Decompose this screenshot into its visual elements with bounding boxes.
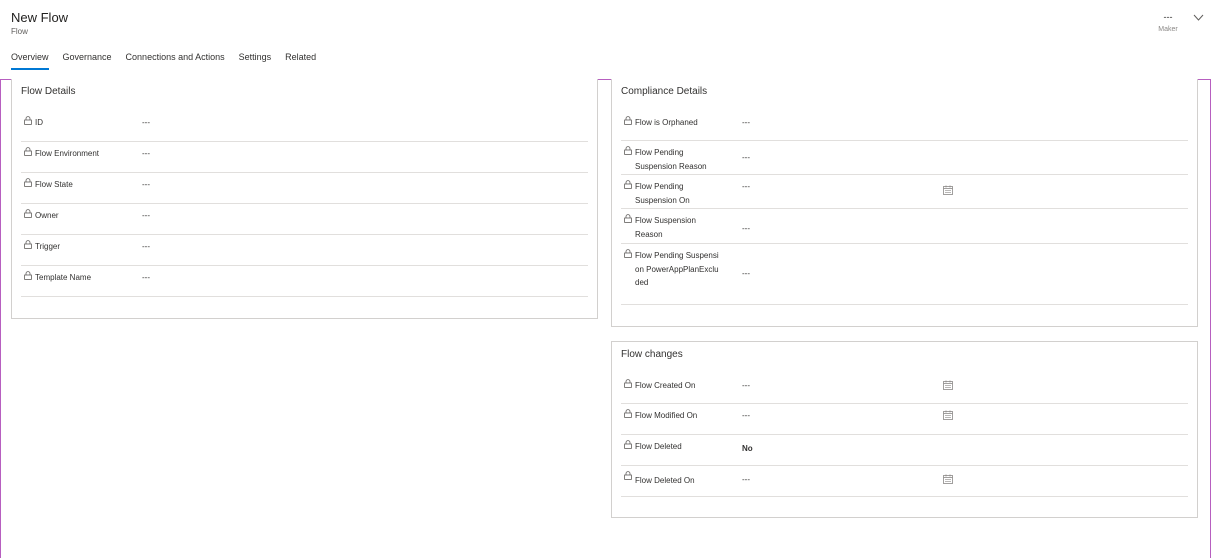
lock-icon: [624, 146, 632, 155]
field-value: ---: [142, 273, 150, 282]
lock-icon: [624, 249, 632, 258]
record-title: New Flow: [11, 10, 69, 25]
field-value: ---: [742, 182, 750, 191]
calendar-icon[interactable]: [943, 185, 953, 195]
field-row-flow-state[interactable]: Flow State ---: [21, 173, 588, 204]
calendar-icon[interactable]: [943, 474, 953, 484]
field-row-flow-created-on[interactable]: Flow Created On ---: [621, 374, 1188, 404]
field-value: ---: [142, 242, 150, 251]
field-row-flow-is-orphaned[interactable]: Flow is Orphaned ---: [621, 111, 1188, 141]
field-label: Flow is Orphaned: [635, 118, 698, 127]
field-row-flow-pending-suspension-powerappplanexcluded[interactable]: Flow Pending Suspension PowerAppPlanExcl…: [621, 244, 1188, 305]
field-label: Template Name: [35, 273, 92, 282]
field-value: ---: [142, 211, 150, 220]
calendar-icon[interactable]: [943, 380, 953, 390]
field-label: Flow Deleted On: [635, 476, 695, 485]
field-row-flow-pending-suspension-on[interactable]: Flow Pending Suspension On ---: [621, 175, 1188, 209]
field-value: ---: [742, 475, 750, 484]
field-value: No: [742, 444, 753, 453]
field-label: Flow Modified On: [635, 411, 698, 420]
section-title: Flow changes: [621, 349, 683, 360]
field-row-flow-pending-suspension-reason[interactable]: Flow Pending Suspension Reason ---: [621, 141, 1188, 175]
owner-label: Maker: [1158, 26, 1178, 33]
lock-icon: [24, 178, 32, 187]
field-label: Owner: [35, 211, 59, 220]
header-owner-field[interactable]: --- Maker: [1150, 12, 1186, 33]
section-title: Compliance Details: [621, 86, 708, 97]
field-value: ---: [742, 118, 750, 127]
field-label: Flow Environment: [35, 149, 100, 158]
field-row-flow-suspension-reason[interactable]: Flow Suspension Reason ---: [621, 209, 1188, 244]
field-row-trigger[interactable]: Trigger ---: [21, 235, 588, 266]
lock-icon: [624, 440, 632, 449]
field-row-flow-deleted-on[interactable]: Flow Deleted On ---: [621, 466, 1188, 497]
field-value: ---: [742, 224, 750, 233]
field-value: ---: [742, 381, 750, 390]
lock-icon: [624, 409, 632, 418]
flow-changes-section: Flow changes Flow Created On --- Flow Mo…: [611, 341, 1198, 518]
field-label: Flow Pending Suspension PowerAppPlanExcl…: [635, 251, 719, 287]
field-value: ---: [742, 411, 750, 420]
field-row-id[interactable]: ID ---: [21, 111, 588, 142]
field-label: Flow Pending Suspension On: [635, 182, 690, 205]
tab-related[interactable]: Related: [285, 52, 316, 70]
field-label: Flow Created On: [635, 381, 696, 390]
field-row-flow-modified-on[interactable]: Flow Modified On ---: [621, 404, 1188, 435]
tab-overview[interactable]: Overview: [11, 52, 49, 70]
field-value: ---: [142, 118, 150, 127]
chevron-down-icon[interactable]: [1193, 13, 1204, 22]
lock-icon: [624, 116, 632, 125]
lock-icon: [624, 214, 632, 223]
lock-icon: [24, 147, 32, 156]
lock-icon: [624, 379, 632, 388]
calendar-icon[interactable]: [943, 410, 953, 420]
compliance-details-section: Compliance Details Flow is Orphaned --- …: [611, 79, 1198, 327]
section-title: Flow Details: [21, 86, 76, 97]
lock-icon: [24, 116, 32, 125]
lock-icon: [624, 471, 632, 480]
field-label: Flow State: [35, 180, 73, 189]
tab-settings[interactable]: Settings: [239, 52, 272, 70]
field-value: ---: [742, 153, 750, 162]
field-label: Trigger: [35, 242, 61, 251]
tab-list: Overview Governance Connections and Acti…: [11, 52, 330, 70]
tab-connections-and-actions[interactable]: Connections and Actions: [126, 52, 225, 70]
field-row-flow-environment[interactable]: Flow Environment ---: [21, 142, 588, 173]
lock-icon: [24, 271, 32, 280]
lock-icon: [624, 180, 632, 189]
record-header: New Flow Flow --- Maker Overview Governa…: [0, 0, 1215, 80]
field-value: ---: [742, 269, 750, 278]
field-label: Flow Pending Suspension Reason: [635, 148, 707, 171]
field-row-template-name[interactable]: Template Name ---: [21, 266, 588, 297]
owner-value: ---: [1163, 12, 1173, 22]
field-row-owner[interactable]: Owner ---: [21, 204, 588, 235]
field-value: ---: [142, 180, 150, 189]
tab-governance[interactable]: Governance: [63, 52, 112, 70]
record-entity-type: Flow: [11, 27, 28, 36]
field-label: Flow Deleted: [635, 442, 682, 451]
field-label: Flow Suspension Reason: [635, 216, 696, 239]
field-label: ID: [35, 118, 43, 127]
field-value: ---: [142, 149, 150, 158]
lock-icon: [24, 240, 32, 249]
lock-icon: [24, 209, 32, 218]
field-row-flow-deleted[interactable]: Flow Deleted No: [621, 435, 1188, 466]
flow-details-section: Flow Details ID --- Flow Environment ---…: [11, 79, 598, 319]
